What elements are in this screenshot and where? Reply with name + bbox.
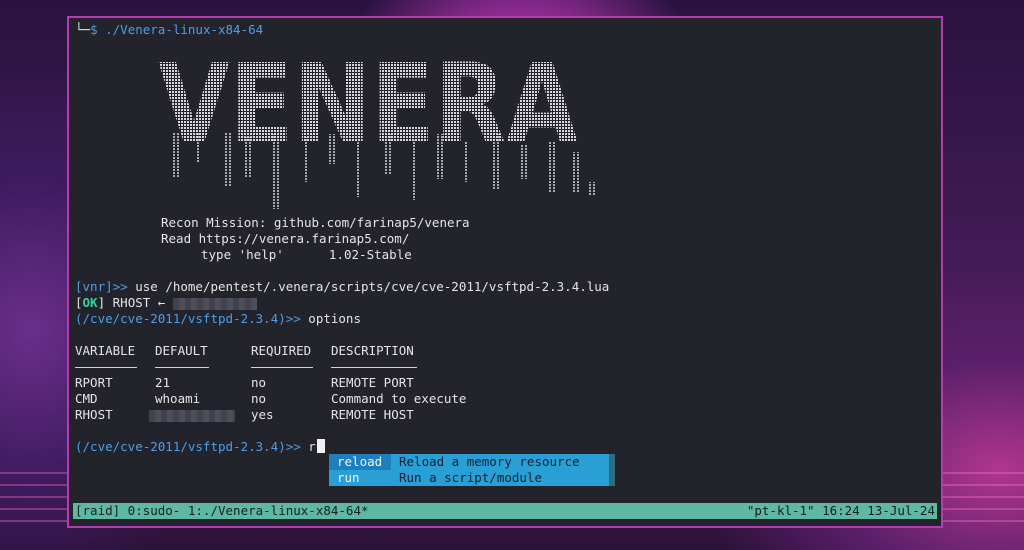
autocomplete-popup: reload Reload a memory resource run Run … xyxy=(329,454,615,486)
ok-line: [OK] RHOST ← xyxy=(75,295,257,311)
terminal-window[interactable]: └─$ ./Venera-linux-x84-64 VENERA Recon M… xyxy=(67,16,943,528)
prompt-corner: └─ xyxy=(75,22,91,37)
table-cell-redacted xyxy=(149,407,235,423)
typed-input: r xyxy=(300,439,316,454)
prompt-dollar: $ xyxy=(90,22,98,37)
table-cell: no xyxy=(251,375,267,390)
ok-bracket-open: [ xyxy=(75,295,83,310)
command-line: └─$ ./Venera-linux-x84-64 xyxy=(75,22,263,38)
table-cell: yes xyxy=(251,407,274,422)
banner-line-3: type 'help' 1.02-Stable xyxy=(201,247,412,262)
logo-text: VENERA xyxy=(158,52,578,168)
statusbar-windows[interactable]: [raid] 0:sudo- 1:./Venera-linux-x84-64* xyxy=(75,503,369,519)
table-cell: whoami xyxy=(155,391,201,406)
tmux-statusbar: [raid] 0:sudo- 1:./Venera-linux-x84-64* … xyxy=(73,503,937,519)
header-rule xyxy=(75,359,137,375)
venera-ascii-logo: VENERA xyxy=(158,52,596,209)
redacted-rhost xyxy=(172,297,257,310)
text-cursor xyxy=(316,439,325,453)
header-rule xyxy=(331,359,417,375)
autocomplete-item-run[interactable]: run Run a script/module xyxy=(329,470,609,486)
redacted-rhost-value xyxy=(149,409,235,422)
col-header-variable: VARIABLE xyxy=(75,343,136,358)
table-cell: RHOST xyxy=(75,407,113,422)
banner-line-1: Recon Mission: github.com/farinap5/vener… xyxy=(161,215,470,230)
autocomplete-cmd: reload xyxy=(329,454,391,470)
header-rule xyxy=(251,359,313,375)
statusbar-host-clock: "pt-kl-1" 16:24 13-Jul-24 xyxy=(746,503,935,518)
autocomplete-cmd: run xyxy=(337,470,360,485)
table-cell: no xyxy=(251,391,267,406)
module-prompt: (/cve/cve-2011/vsftpd-2.3.4)>> xyxy=(75,439,301,454)
table-cell: CMD xyxy=(75,391,98,406)
table-cell: REMOTE PORT xyxy=(331,375,414,390)
table-cell: Command to execute xyxy=(331,391,467,406)
col-header-description: DESCRIPTION xyxy=(331,343,414,358)
ok-bracket-close: ] xyxy=(97,295,106,310)
launch-command: ./Venera-linux-x84-64 xyxy=(105,22,264,37)
vnr-prompt: [vnr]>> xyxy=(75,279,128,294)
table-cell: RPORT xyxy=(75,375,113,390)
col-header-required: REQUIRED xyxy=(251,343,312,358)
options-command-line: (/cve/cve-2011/vsftpd-2.3.4)>> options xyxy=(75,311,361,327)
table-cell: 21 xyxy=(155,375,171,390)
module-prompt: (/cve/cve-2011/vsftpd-2.3.4)>> xyxy=(75,311,301,326)
use-command-line: [vnr]>> use /home/pentest/.venera/script… xyxy=(75,279,609,295)
autocomplete-item-reload[interactable]: reload Reload a memory resource xyxy=(329,454,609,470)
options-command: options xyxy=(300,311,361,326)
ok-text: RHOST ← xyxy=(105,295,166,310)
use-command: use /home/pentest/.venera/scripts/cve/cv… xyxy=(127,279,610,294)
table-cell: REMOTE HOST xyxy=(331,407,414,422)
input-line[interactable]: (/cve/cve-2011/vsftpd-2.3.4)>> r xyxy=(75,439,325,455)
banner-line-2: Read https://venera.farinap5.com/ xyxy=(161,231,410,246)
ok-label: OK xyxy=(82,295,98,310)
autocomplete-desc: Run a script/module xyxy=(399,470,542,485)
col-header-default: DEFAULT xyxy=(155,343,208,358)
autocomplete-desc: Reload a memory resource xyxy=(399,454,580,469)
header-rule xyxy=(155,359,209,375)
